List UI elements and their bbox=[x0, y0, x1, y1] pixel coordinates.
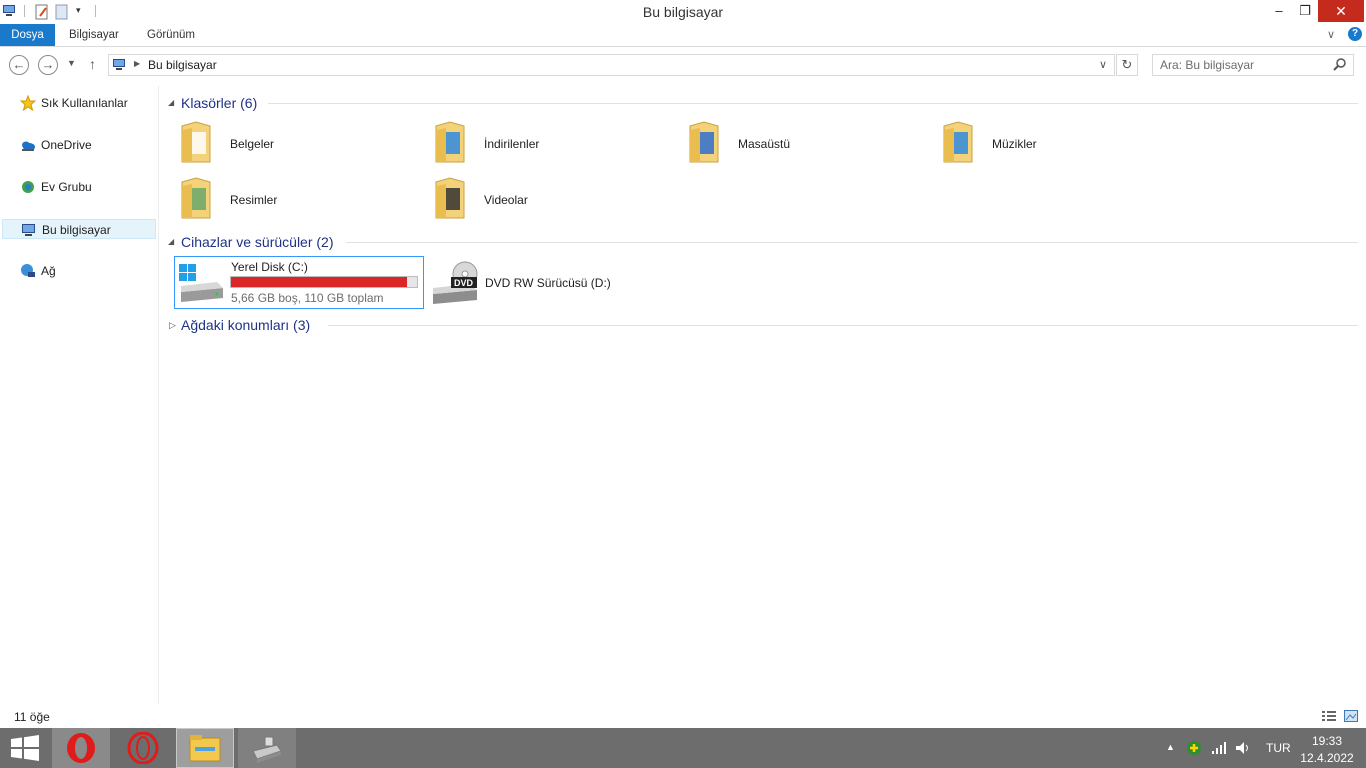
homegroup-icon bbox=[20, 179, 36, 195]
expand-ribbon-icon[interactable]: ∨ bbox=[1327, 28, 1335, 41]
address-dropdown-icon[interactable]: ∨ bbox=[1099, 58, 1107, 71]
group-header-network[interactable]: Ağdaki konumları (3) bbox=[181, 317, 310, 333]
folder-label: İndirilenler bbox=[484, 137, 540, 151]
recent-locations-icon[interactable]: ▼ bbox=[67, 58, 76, 68]
breadcrumb[interactable]: Bu bilgisayar bbox=[148, 58, 217, 72]
refresh-button[interactable]: ↻ bbox=[1116, 54, 1138, 76]
large-icons-view-icon[interactable] bbox=[1344, 709, 1358, 726]
disk-usage-bar bbox=[230, 276, 418, 288]
drive-c-name: Yerel Disk (C:) bbox=[231, 260, 308, 274]
folder-label: Belgeler bbox=[230, 137, 275, 151]
folder-item[interactable]: Masaüstü bbox=[682, 116, 932, 174]
window-title: Bu bilgisayar bbox=[642, 4, 724, 20]
network-signal-icon[interactable] bbox=[1211, 741, 1227, 758]
local-disk-icon bbox=[177, 262, 227, 309]
clock-date[interactable]: 12.4.2022 bbox=[1298, 751, 1356, 765]
clock-time[interactable]: 19:33 bbox=[1298, 734, 1356, 748]
folder-item[interactable]: Resimler bbox=[174, 172, 424, 230]
folder-label: Videolar bbox=[484, 193, 528, 207]
tab-computer[interactable]: Bilgisayar bbox=[69, 24, 119, 46]
nav-label: Ev Grubu bbox=[41, 180, 92, 194]
drive-d-name: DVD RW Sürücüsü (D:) bbox=[485, 276, 611, 290]
group-header-devices[interactable]: Cihazlar ve sürücüler (2) bbox=[181, 234, 334, 250]
expand-arrow-icon[interactable]: ▷ bbox=[169, 320, 176, 331]
forward-button[interactable]: → bbox=[38, 55, 58, 75]
opera-icon bbox=[65, 732, 97, 767]
ribbon bbox=[0, 24, 1366, 47]
tab-view[interactable]: Görünüm bbox=[147, 24, 195, 46]
up-button[interactable]: ↑ bbox=[89, 56, 96, 72]
folder-icon bbox=[181, 121, 211, 163]
folder-item[interactable]: İndirilenler bbox=[428, 116, 678, 174]
file-explorer-icon bbox=[189, 733, 221, 766]
address-bar[interactable] bbox=[108, 54, 1115, 76]
group-divider bbox=[328, 325, 1358, 326]
folder-label: Masaüstü bbox=[738, 137, 791, 151]
nav-item-this-pc[interactable]: Bu bilgisayar bbox=[2, 219, 156, 239]
nav-label: Bu bilgisayar bbox=[42, 223, 111, 237]
nav-item-favorites[interactable]: Sık Kullanılanlar bbox=[2, 93, 156, 113]
show-hidden-icons-icon[interactable]: ▲ bbox=[1166, 742, 1175, 752]
dvd-badge: DVD bbox=[454, 278, 474, 288]
group-divider bbox=[268, 103, 1358, 104]
disk-usage-fill bbox=[231, 277, 408, 287]
folder-icon bbox=[943, 121, 973, 163]
back-button[interactable]: ← bbox=[9, 55, 29, 75]
search-placeholder: Ara: Bu bilgisayar bbox=[1160, 58, 1255, 72]
group-header-folders[interactable]: Klasörler (6) bbox=[181, 95, 257, 111]
nav-label: OneDrive bbox=[41, 138, 92, 152]
computer-icon bbox=[21, 222, 37, 238]
computer-icon bbox=[112, 58, 128, 75]
tab-file[interactable]: Dosya bbox=[0, 24, 55, 46]
folder-icon bbox=[435, 121, 465, 163]
volume-icon[interactable] bbox=[1235, 741, 1251, 758]
start-icon[interactable] bbox=[11, 735, 39, 764]
details-view-icon[interactable] bbox=[1322, 710, 1336, 725]
folder-icon bbox=[181, 177, 211, 219]
folder-icon bbox=[435, 177, 465, 219]
folder-icon bbox=[689, 121, 719, 163]
drive-c-info: 5,66 GB boş, 110 GB toplam bbox=[231, 291, 384, 305]
removable-drive-icon bbox=[251, 733, 283, 766]
restore-button[interactable]: ❐ bbox=[1288, 0, 1322, 22]
folder-item[interactable]: Belgeler bbox=[174, 116, 424, 174]
collapse-arrow-icon[interactable]: ◢ bbox=[168, 98, 174, 107]
search-icon[interactable] bbox=[1333, 57, 1347, 74]
item-count: 11 öğe bbox=[14, 710, 50, 724]
status-bar bbox=[0, 708, 1366, 728]
folder-label: Resimler bbox=[230, 193, 278, 207]
security-tray-icon[interactable] bbox=[1186, 740, 1202, 759]
onedrive-icon bbox=[20, 137, 36, 153]
folder-label: Müzikler bbox=[992, 137, 1037, 151]
group-divider bbox=[346, 242, 1358, 243]
close-button[interactable]: ✕ bbox=[1318, 0, 1364, 22]
breadcrumb-chevron-icon[interactable]: ▶ bbox=[134, 59, 140, 68]
folder-item[interactable]: Müzikler bbox=[936, 116, 1186, 174]
input-language[interactable]: TUR bbox=[1266, 741, 1291, 755]
nav-item-homegroup[interactable]: Ev Grubu bbox=[2, 177, 156, 197]
opera-icon bbox=[127, 731, 159, 767]
star-icon bbox=[19, 94, 37, 112]
nav-item-onedrive[interactable]: OneDrive bbox=[2, 135, 156, 155]
nav-label: Ağ bbox=[41, 264, 56, 278]
network-icon bbox=[20, 263, 36, 279]
nav-item-network[interactable]: Ağ bbox=[2, 261, 156, 281]
folder-item[interactable]: Videolar bbox=[428, 172, 678, 230]
nav-label: Sık Kullanılanlar bbox=[41, 96, 128, 110]
collapse-arrow-icon[interactable]: ◢ bbox=[168, 237, 174, 246]
help-icon[interactable]: ? bbox=[1348, 27, 1362, 41]
